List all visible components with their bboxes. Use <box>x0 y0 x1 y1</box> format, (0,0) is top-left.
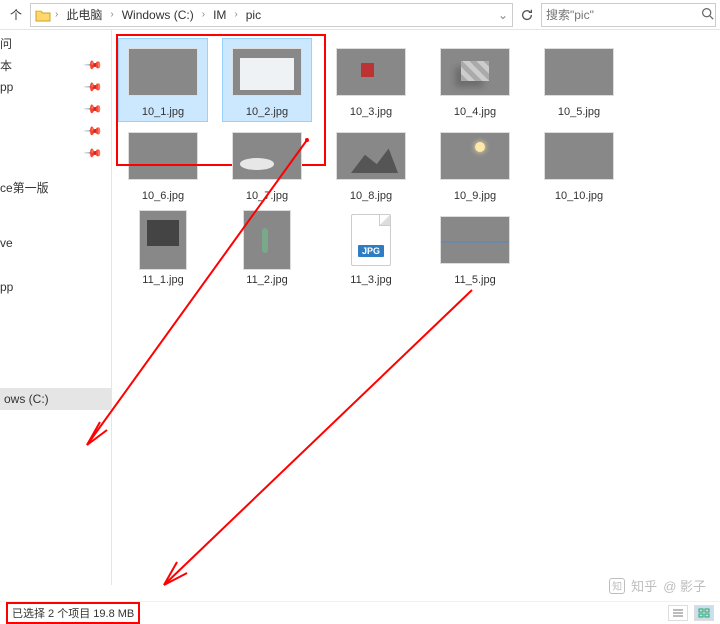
breadcrumb[interactable]: › 此电脑 › Windows (C:) › IM › pic ⌄ <box>30 3 513 27</box>
chevron-right-icon: › <box>108 9 115 20</box>
file-name: 10_1.jpg <box>142 106 184 118</box>
file-name: 11_5.jpg <box>454 274 495 286</box>
file-name: 10_6.jpg <box>142 190 184 202</box>
chevron-down-icon[interactable]: ⌄ <box>498 8 508 22</box>
file-item[interactable]: 10_9.jpg <box>430 122 520 206</box>
sidebar-item-drive-c[interactable]: ows (C:) <box>0 388 111 410</box>
file-thumbnail <box>330 126 412 186</box>
file-thumbnail: JPG <box>330 210 412 270</box>
sidebar-item[interactable]: pp📌 <box>0 76 111 98</box>
crumb-folder-im[interactable]: IM <box>209 6 230 24</box>
file-item[interactable]: JPG 11_3.jpg <box>326 206 416 290</box>
file-name: 10_9.jpg <box>454 190 496 202</box>
status-selection-text: 已选择 2 个项目 19.8 MB <box>6 602 140 624</box>
file-thumbnail <box>122 126 204 186</box>
file-item[interactable]: 11_1.jpg <box>118 206 208 290</box>
address-bar: 个 › 此电脑 › Windows (C:) › IM › pic ⌄ <box>0 0 720 30</box>
sidebar: 问 本📌 pp📌 📌 📌 📌 ce第一版 ve pp ows (C:) <box>0 30 112 585</box>
grid-icon <box>698 608 710 618</box>
annotation-arrow <box>152 280 482 600</box>
file-thumbnail <box>434 210 516 270</box>
file-thumbnail <box>226 42 308 102</box>
file-item[interactable]: 10_4.jpg <box>430 38 520 122</box>
sidebar-item[interactable]: 本📌 <box>0 54 111 76</box>
file-thumbnail <box>538 126 620 186</box>
pin-icon: 📌 <box>83 143 103 163</box>
crumb-folder-pic[interactable]: pic <box>242 6 265 24</box>
file-name: 10_7.jpg <box>246 190 288 202</box>
file-thumbnail <box>226 210 308 270</box>
list-icon <box>672 608 684 618</box>
filetype-badge: JPG <box>358 245 384 257</box>
sidebar-item[interactable]: pp <box>0 276 111 298</box>
chevron-right-icon: › <box>53 9 60 20</box>
pin-icon: 📌 <box>83 77 103 97</box>
file-item[interactable]: 10_1.jpg <box>118 38 208 122</box>
file-name: 11_2.jpg <box>246 274 287 286</box>
sidebar-item[interactable]: 📌 <box>0 120 111 142</box>
file-name: 10_10.jpg <box>555 190 603 202</box>
file-item[interactable]: 10_2.jpg <box>222 38 312 122</box>
pin-icon: 📌 <box>83 121 103 141</box>
sidebar-item[interactable] <box>0 254 111 276</box>
chevron-right-icon: › <box>232 9 239 20</box>
status-bar: 已选择 2 个项目 19.8 MB <box>0 601 720 623</box>
sidebar-item[interactable]: ce第一版 <box>0 176 111 198</box>
file-item[interactable]: 10_5.jpg <box>534 38 624 122</box>
file-item[interactable]: 10_3.jpg <box>326 38 416 122</box>
file-thumbnail <box>122 210 204 270</box>
refresh-button[interactable] <box>515 3 539 27</box>
view-thumbnails-button[interactable] <box>694 605 714 621</box>
search-icon[interactable] <box>701 7 714 23</box>
search-input[interactable] <box>546 8 701 22</box>
file-thumbnail <box>330 42 412 102</box>
refresh-icon <box>520 8 534 22</box>
crumb-drive[interactable]: Windows (C:) <box>118 6 198 24</box>
pin-icon: 📌 <box>83 55 103 75</box>
file-name: 11_1.jpg <box>142 274 183 286</box>
file-name: 10_8.jpg <box>350 190 392 202</box>
chevron-right-icon: › <box>200 9 207 20</box>
view-details-button[interactable] <box>668 605 688 621</box>
file-item[interactable]: 11_5.jpg <box>430 206 520 290</box>
crumb-pc[interactable]: 此电脑 <box>62 4 106 25</box>
watermark: 知 知乎 @ 影子 <box>609 576 706 595</box>
file-name: 10_5.jpg <box>558 106 600 118</box>
folder-icon <box>35 8 51 22</box>
file-thumbnail <box>434 126 516 186</box>
sidebar-item[interactable] <box>0 198 111 220</box>
file-item[interactable]: 10_10.jpg <box>534 122 624 206</box>
sidebar-item[interactable]: 问 <box>0 32 111 54</box>
sidebar-item[interactable]: ve <box>0 232 111 254</box>
file-name: 10_3.jpg <box>350 106 392 118</box>
zhihu-logo-icon: 知 <box>609 578 625 594</box>
file-grid[interactable]: 10_1.jpg 10_2.jpg 10_3.jpg 10_4.jpg 10_5.jpg… <box>112 30 720 585</box>
file-item[interactable]: 10_6.jpg <box>118 122 208 206</box>
search-box[interactable] <box>541 3 716 27</box>
file-thumbnail <box>122 42 204 102</box>
up-button[interactable]: 个 <box>4 3 28 27</box>
file-item[interactable]: 10_8.jpg <box>326 122 416 206</box>
file-thumbnail <box>434 42 516 102</box>
file-name: 10_4.jpg <box>454 106 496 118</box>
pin-icon: 📌 <box>83 99 103 119</box>
file-thumbnail <box>538 42 620 102</box>
sidebar-item[interactable]: 📌 <box>0 98 111 120</box>
file-item[interactable]: 11_2.jpg <box>222 206 312 290</box>
file-name: 11_3.jpg <box>350 274 391 286</box>
file-item[interactable]: 10_7.jpg <box>222 122 312 206</box>
file-thumbnail <box>226 126 308 186</box>
sidebar-item[interactable]: 📌 <box>0 142 111 164</box>
file-name: 10_2.jpg <box>246 106 288 118</box>
